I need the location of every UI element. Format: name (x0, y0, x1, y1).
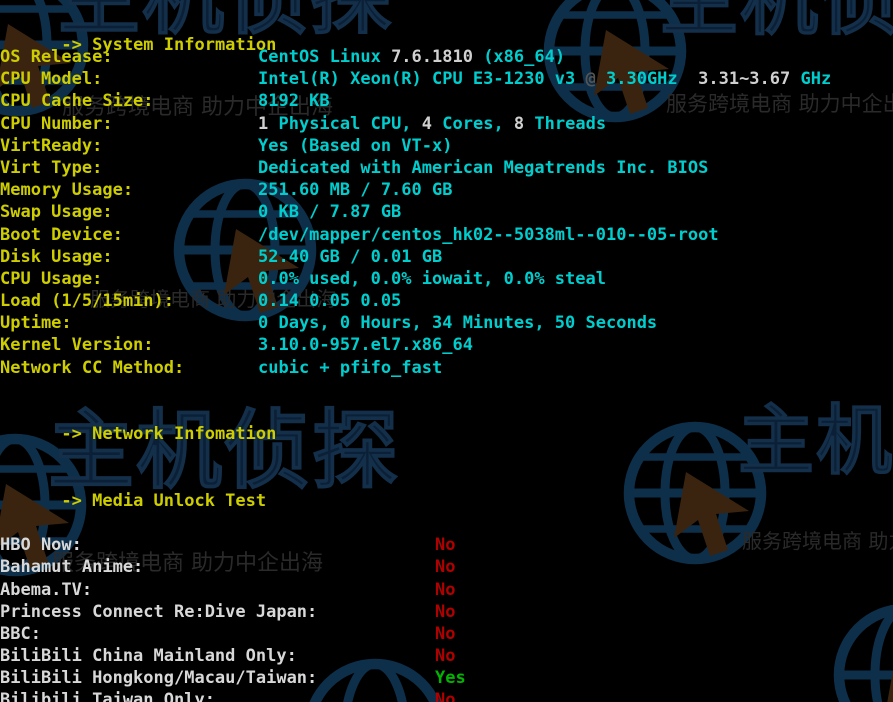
system-info-row: CPU Model: Intel(R) Xeon(R) CPU E3-1230 v… (0, 68, 893, 90)
media-test-label: BiliBili Hongkong/Macau/Taiwan: (0, 668, 318, 689)
system-info-value: 0 KB / 7.87 GB (258, 202, 402, 223)
media-test-row: BiliBili Hongkong/Macau/Taiwan: Yes (0, 667, 893, 689)
system-info-label: Virt Type: (0, 157, 103, 178)
system-info-row: CPU Cache Size: 8192 KB (0, 90, 893, 112)
media-test-row: Bahamut Anime: No (0, 556, 893, 578)
system-info-value: Yes (Based on VT-x) (258, 135, 453, 156)
system-info-row: CPU Usage: 0.0% used, 0.0% iowait, 0.0% s… (0, 268, 893, 290)
system-info-row: Virt Type: Dedicated with American Megatr… (0, 157, 893, 179)
terminal-window: 主机侦探 服务跨境电商 助力中企出海 主机侦探 服务跨境电商 助力中企出海 (0, 0, 893, 702)
media-test-result: No (435, 579, 456, 600)
system-info-label: Uptime: (0, 313, 72, 334)
media-test-result: No (435, 601, 456, 622)
system-info-row: Swap Usage: 0 KB / 7.87 GB (0, 201, 893, 223)
media-test-result: No (435, 557, 456, 578)
media-test-row: Bilibili Taiwan Only: No (0, 689, 893, 702)
system-info-row: Boot Device: /dev/mapper/centos_hk02--503… (0, 224, 893, 246)
system-info-label: Kernel Version: (0, 335, 154, 356)
media-test-list: HBO Now: No Bahamut Anime: No Abema.TV: No Pri… (0, 534, 893, 702)
system-info-label: CPU Usage: (0, 268, 103, 289)
system-info-row: OS Release: CentOS Linux 7.6.1810 (x86_64… (0, 46, 893, 68)
section-header-network: -> Network Infomation (61, 424, 277, 445)
media-test-label: HBO Now: (0, 535, 82, 556)
system-info-row: Memory Usage: 251.60 MB / 7.60 GB (0, 179, 893, 201)
terminal-output: -> System Information OS Release: CentOS … (0, 0, 893, 702)
media-test-result: No (435, 646, 456, 667)
system-info-label: OS Release: (0, 47, 113, 67)
system-info-value: 0.0% used, 0.0% iowait, 0.0% steal (258, 268, 606, 289)
media-test-row: Abema.TV: No (0, 579, 893, 601)
media-test-result: No (435, 623, 456, 644)
system-info-value: 3.10.0-957.el7.x86_64 (258, 335, 473, 356)
media-test-label: Abema.TV: (0, 579, 93, 600)
system-info-label: CPU Number: (0, 113, 113, 134)
media-test-result: No (435, 690, 456, 702)
media-test-label: Princess Connect Re:Dive Japan: (0, 601, 318, 622)
system-info-label: CPU Model: (0, 69, 103, 90)
system-info-value: 52.40 GB / 0.01 GB (258, 246, 443, 267)
system-info-label: Swap Usage: (0, 202, 113, 223)
media-test-label: BBC: (0, 623, 41, 644)
media-test-result: No (435, 535, 456, 556)
system-info-row: Kernel Version: 3.10.0-957.el7.x86_64 (0, 334, 893, 356)
system-info-label: Boot Device: (0, 224, 123, 245)
media-test-row: HBO Now: No (0, 534, 893, 556)
system-info-row: Disk Usage: 52.40 GB / 0.01 GB (0, 246, 893, 268)
media-test-result: Yes (435, 668, 466, 689)
system-info-label: Network CC Method: (0, 357, 185, 378)
system-info-value: 0 Days, 0 Hours, 34 Minutes, 50 Seconds (258, 313, 658, 334)
media-test-row: BiliBili China Mainland Only: No (0, 645, 893, 667)
system-info-label: Load (1/5/15min): (0, 291, 174, 312)
media-test-row: Princess Connect Re:Dive Japan: No (0, 601, 893, 623)
system-info-value: /dev/mapper/centos_hk02--5038ml--010--05… (258, 224, 719, 245)
system-info-label: Disk Usage: (0, 246, 113, 267)
media-test-row: BBC: No (0, 623, 893, 645)
media-test-label: Bahamut Anime: (0, 557, 144, 578)
media-test-label: BiliBili China Mainland Only: (0, 646, 297, 667)
system-info-value: 1 Physical CPU, 4 Cores, 8 Threads (258, 113, 607, 134)
system-info-label: Memory Usage: (0, 180, 134, 201)
system-info-list: OS Release: CentOS Linux 7.6.1810 (x86_64… (0, 46, 893, 379)
system-info-row: CPU Number: 1 Physical CPU, 4 Cores, 8 Th… (0, 113, 893, 135)
system-info-value: 0.14 0.05 0.05 (258, 291, 402, 312)
system-info-value: Intel(R) Xeon(R) CPU E3-1230 v3 @ 3.30GH… (258, 69, 832, 90)
system-info-row: Load (1/5/15min): 0.14 0.05 0.05 (0, 290, 893, 312)
media-test-label: Bilibili Taiwan Only: (0, 690, 215, 702)
section-header-media: -> Media Unlock Test (61, 490, 267, 511)
system-info-label: CPU Cache Size: (0, 91, 154, 112)
system-info-row: Uptime: 0 Days, 0 Hours, 34 Minutes, 50 S… (0, 312, 893, 334)
system-info-row: Network CC Method: cubic + pfifo_fast (0, 357, 893, 379)
system-info-label: VirtReady: (0, 135, 103, 156)
system-info-value: CentOS Linux 7.6.1810 (x86_64) (258, 47, 566, 67)
system-info-value: Dedicated with American Megatrends Inc. … (258, 157, 709, 178)
system-info-row: VirtReady: Yes (Based on VT-x) (0, 135, 893, 157)
system-info-value: cubic + pfifo_fast (258, 357, 443, 378)
system-info-value: 251.60 MB / 7.60 GB (258, 180, 453, 201)
system-info-value: 8192 KB (258, 91, 330, 112)
